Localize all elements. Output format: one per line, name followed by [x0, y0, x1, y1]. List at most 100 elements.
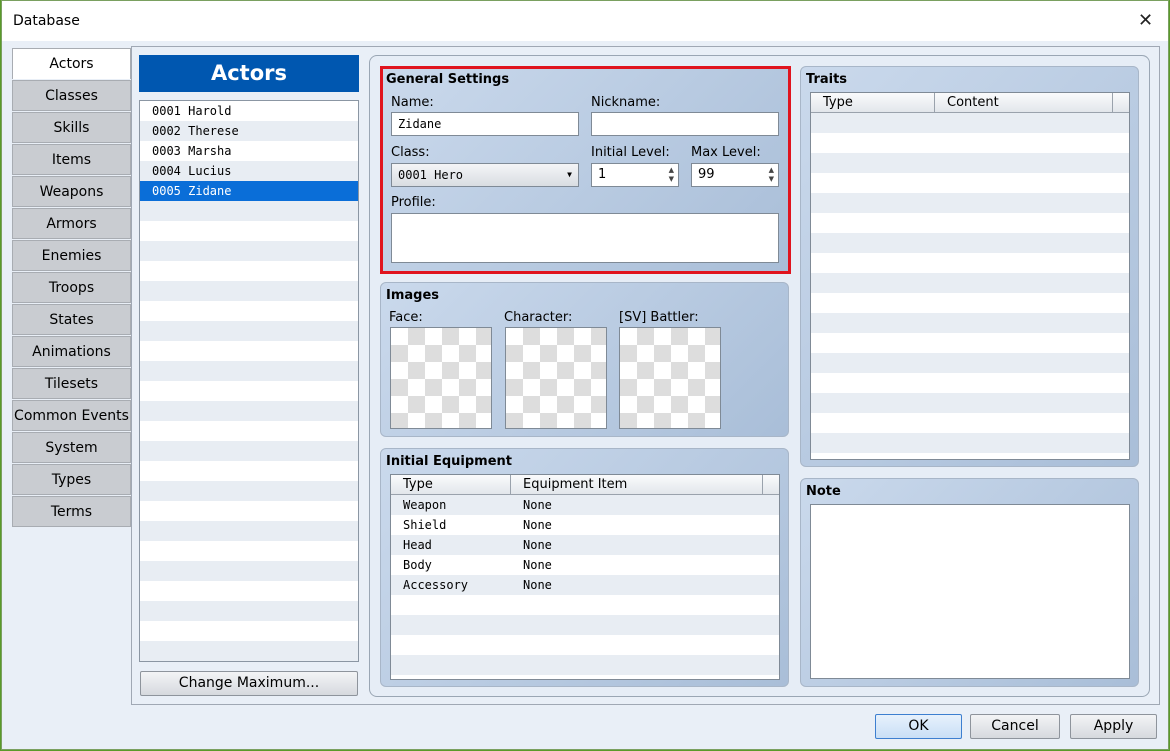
ok-button[interactable]: OK: [875, 714, 962, 739]
battler-image-picker[interactable]: [619, 327, 721, 429]
table-row[interactable]: [811, 133, 1129, 153]
list-item[interactable]: [140, 521, 358, 541]
list-item[interactable]: [140, 501, 358, 521]
list-item[interactable]: [140, 361, 358, 381]
list-item[interactable]: [140, 221, 358, 241]
spin-arrows-icon[interactable]: ▲ ▼: [669, 166, 674, 184]
column-content[interactable]: Content: [935, 93, 1113, 112]
character-image-picker[interactable]: [505, 327, 607, 429]
column-type[interactable]: Type: [811, 93, 935, 112]
list-item[interactable]: [140, 461, 358, 481]
tab-items[interactable]: Items: [12, 144, 131, 175]
list-item[interactable]: [140, 621, 358, 641]
nickname-input[interactable]: [591, 112, 779, 136]
list-item[interactable]: [140, 321, 358, 341]
apply-button[interactable]: Apply: [1070, 714, 1157, 739]
cancel-button[interactable]: Cancel: [970, 714, 1060, 739]
tab-troops[interactable]: Troops: [12, 272, 131, 303]
note-textarea[interactable]: [810, 504, 1130, 679]
table-row[interactable]: [811, 213, 1129, 233]
tab-states[interactable]: States: [12, 304, 131, 335]
initial-level-spinner[interactable]: 1 ▲ ▼: [591, 163, 679, 187]
tab-classes[interactable]: Classes: [12, 80, 131, 111]
tab-enemies[interactable]: Enemies: [12, 240, 131, 271]
traits-table[interactable]: Type Content: [810, 92, 1130, 460]
list-item[interactable]: [140, 601, 358, 621]
table-row[interactable]: [811, 253, 1129, 273]
max-level-spinner[interactable]: 99 ▲ ▼: [691, 163, 779, 187]
table-row[interactable]: [391, 615, 779, 635]
table-row[interactable]: [811, 193, 1129, 213]
tab-types[interactable]: Types: [12, 464, 131, 495]
table-row[interactable]: [811, 393, 1129, 413]
close-icon[interactable]: ✕: [1138, 10, 1153, 31]
list-item[interactable]: [140, 241, 358, 261]
table-row[interactable]: [811, 233, 1129, 253]
tab-common-events[interactable]: Common Events: [12, 400, 131, 431]
list-item[interactable]: [140, 481, 358, 501]
equip-item: None: [523, 518, 552, 532]
equipment-table[interactable]: Type Equipment Item Weapon None Shield None H…: [390, 474, 780, 680]
tab-terms[interactable]: Terms: [12, 496, 131, 527]
table-row[interactable]: Accessory None: [391, 575, 779, 595]
list-item[interactable]: [140, 401, 358, 421]
list-item[interactable]: [140, 441, 358, 461]
list-item[interactable]: [140, 381, 358, 401]
face-image-picker[interactable]: [390, 327, 492, 429]
table-row[interactable]: [811, 353, 1129, 373]
list-item[interactable]: 0001 Harold: [140, 101, 358, 121]
list-item[interactable]: 0003 Marsha: [140, 141, 358, 161]
table-row[interactable]: [811, 293, 1129, 313]
spin-arrows-icon[interactable]: ▲ ▼: [769, 166, 774, 184]
column-type[interactable]: Type: [391, 475, 511, 494]
tab-tilesets[interactable]: Tilesets: [12, 368, 131, 399]
change-maximum-button[interactable]: Change Maximum...: [140, 671, 358, 696]
tab-weapons[interactable]: Weapons: [12, 176, 131, 207]
initial-equipment-group: Initial Equipment Type Equipment Item Wea…: [380, 448, 789, 687]
equip-type: Head: [403, 538, 432, 552]
table-row[interactable]: Body None: [391, 555, 779, 575]
table-row[interactable]: [811, 153, 1129, 173]
tab-armors[interactable]: Armors: [12, 208, 131, 239]
table-row[interactable]: Weapon None: [391, 495, 779, 515]
list-item[interactable]: [140, 541, 358, 561]
table-row[interactable]: [811, 113, 1129, 133]
tab-skills[interactable]: Skills: [12, 112, 131, 143]
table-row[interactable]: [391, 655, 779, 675]
actor-list[interactable]: 0001 Harold 0002 Therese 0003 Marsha 0004 L…: [139, 100, 359, 662]
profile-textarea[interactable]: [391, 213, 779, 263]
list-item[interactable]: [140, 201, 358, 221]
table-row[interactable]: Head None: [391, 535, 779, 555]
table-row[interactable]: [811, 433, 1129, 453]
list-item[interactable]: [140, 421, 358, 441]
table-row[interactable]: [391, 635, 779, 655]
list-item[interactable]: [140, 341, 358, 361]
tab-actors[interactable]: Actors: [12, 48, 131, 79]
list-item[interactable]: 0004 Lucius: [140, 161, 358, 181]
name-input[interactable]: Zidane: [391, 112, 579, 136]
table-row[interactable]: [811, 313, 1129, 333]
list-item[interactable]: 0005 Zidane: [140, 181, 358, 201]
tab-system[interactable]: System: [12, 432, 131, 463]
list-item[interactable]: [140, 561, 358, 581]
table-row[interactable]: [811, 333, 1129, 353]
tab-animations[interactable]: Animations: [12, 336, 131, 367]
table-row[interactable]: [811, 453, 1129, 459]
list-item[interactable]: [140, 281, 358, 301]
table-row[interactable]: [811, 413, 1129, 433]
table-row[interactable]: Shield None: [391, 515, 779, 535]
table-row[interactable]: [391, 595, 779, 615]
list-item[interactable]: 0002 Therese: [140, 121, 358, 141]
list-item[interactable]: [140, 261, 358, 281]
column-equipment-item[interactable]: Equipment Item: [511, 475, 763, 494]
list-item[interactable]: [140, 301, 358, 321]
table-row[interactable]: [811, 173, 1129, 193]
list-item[interactable]: [140, 581, 358, 601]
list-item[interactable]: [140, 641, 358, 661]
class-select[interactable]: 0001 Hero ▼: [391, 163, 579, 187]
class-label: Class:: [391, 145, 430, 160]
table-row[interactable]: [811, 273, 1129, 293]
equip-type: Weapon: [403, 498, 447, 512]
table-row[interactable]: [811, 373, 1129, 393]
group-title: Images: [386, 288, 440, 303]
